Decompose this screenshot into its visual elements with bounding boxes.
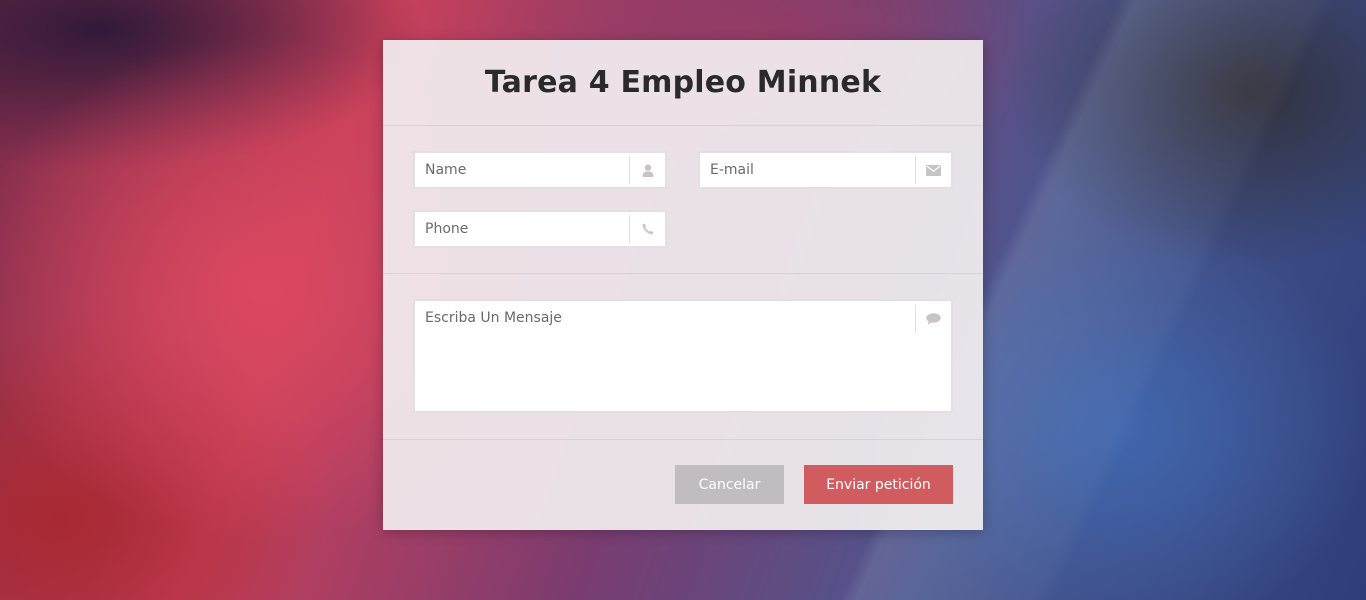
phone-input[interactable]: [415, 212, 629, 246]
phone-field[interactable]: [413, 210, 667, 248]
submit-button[interactable]: Enviar petición: [804, 465, 953, 504]
cancel-button[interactable]: Cancelar: [675, 465, 784, 504]
message-textarea[interactable]: [415, 301, 905, 411]
name-input[interactable]: [415, 153, 629, 187]
name-field[interactable]: [413, 151, 667, 189]
form-actions: Cancelar Enviar petición: [383, 440, 983, 529]
comment-icon: [915, 305, 951, 333]
form-title: Tarea 4 Empleo Minnek: [484, 65, 882, 100]
message-field[interactable]: [413, 299, 953, 413]
email-input[interactable]: [700, 153, 915, 187]
contact-fields-section: [383, 126, 983, 274]
message-section: [383, 274, 983, 440]
form-header: Tarea 4 Empleo Minnek: [383, 40, 983, 126]
contact-form-card: Tarea 4 Empleo Minnek Name E-mail Phone …: [383, 40, 983, 530]
user-icon: [629, 156, 665, 184]
phone-icon: [629, 215, 665, 243]
email-field[interactable]: [698, 151, 953, 189]
envelope-icon: [915, 156, 951, 184]
